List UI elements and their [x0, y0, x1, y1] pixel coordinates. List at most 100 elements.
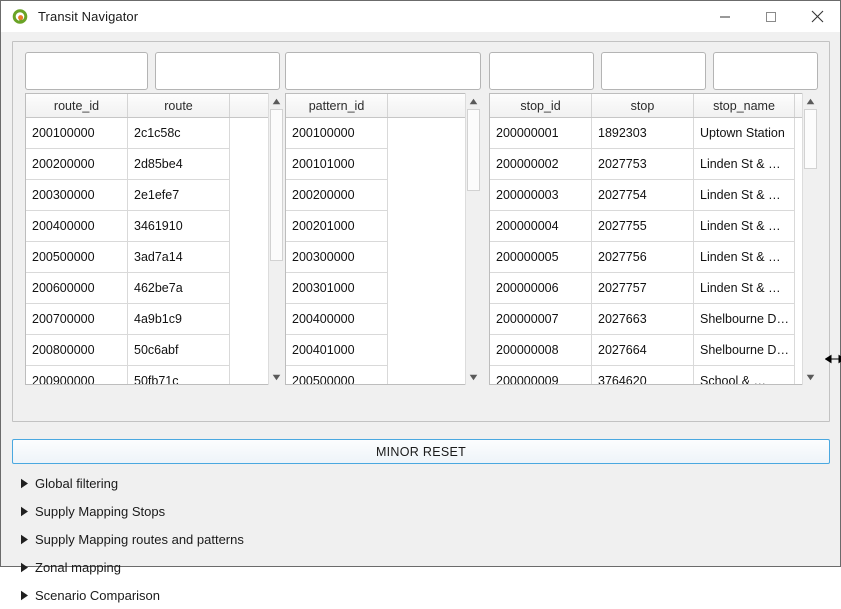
table-row[interactable]: 200000007 2027663 Shelbourne D…: [490, 303, 817, 335]
filter-stop-name-input[interactable]: [713, 52, 818, 90]
filter-route-id-input[interactable]: [25, 52, 148, 90]
cell-stop: 2027755: [591, 210, 694, 242]
scroll-up-arrow-icon[interactable]: [803, 93, 818, 109]
scroll-down-arrow-icon[interactable]: [803, 369, 818, 385]
table-row[interactable]: 200101000: [286, 148, 480, 180]
cell-pattern-id: 200300000: [286, 241, 388, 273]
table-row[interactable]: 200000008 2027664 Shelbourne D…: [490, 334, 817, 366]
table-row[interactable]: 200401000: [286, 334, 480, 366]
scroll-track[interactable]: [466, 109, 481, 369]
tree-item-supply-mapping-stops[interactable]: Supply Mapping Stops: [13, 497, 713, 525]
cell-route: 2d85be4: [127, 148, 230, 180]
table-row[interactable]: 200201000: [286, 210, 480, 242]
filter-stop-input[interactable]: [601, 52, 706, 90]
table-row[interactable]: 200200000: [286, 179, 480, 211]
cell-route: 2e1efe7: [127, 179, 230, 211]
cell-route: 4a9b1c9: [127, 303, 230, 335]
cell-pattern-id: 200200000: [286, 179, 388, 211]
scroll-thumb[interactable]: [804, 109, 817, 169]
cell-stop-id: 200000008: [490, 334, 592, 366]
filter-route-input[interactable]: [155, 52, 280, 90]
chevron-right-icon[interactable]: [13, 506, 35, 517]
tree-item-supply-mapping-routes-and-patterns[interactable]: Supply Mapping routes and patterns: [13, 525, 713, 553]
scroll-up-arrow-icon[interactable]: [269, 93, 284, 109]
stops-header-row: stop_id stop stop_name: [490, 94, 817, 118]
column-header-route[interactable]: route: [127, 94, 230, 118]
table-row[interactable]: 200000009 3764620 School & …: [490, 365, 817, 384]
scroll-down-arrow-icon[interactable]: [269, 369, 284, 385]
column-header-stop[interactable]: stop: [591, 94, 694, 118]
scroll-thumb[interactable]: [467, 109, 480, 191]
table-row[interactable]: 200900000 50fb71c: [26, 365, 283, 384]
filter-pattern-id-input[interactable]: [285, 52, 481, 90]
cell-stop-name: Linden St & …: [693, 272, 795, 304]
scroll-down-arrow-icon[interactable]: [466, 369, 481, 385]
stops-table-scrollbar[interactable]: [802, 93, 818, 385]
scroll-track[interactable]: [803, 109, 818, 369]
tree-item-global-filtering[interactable]: Global filtering: [13, 469, 713, 497]
tree-item-label: Supply Mapping routes and patterns: [35, 531, 244, 547]
patterns-table-panel[interactable]: pattern_id 200100000 200101000 200200000…: [285, 93, 481, 385]
chevron-right-icon[interactable]: [13, 478, 35, 489]
cell-stop-name: Uptown Station: [693, 117, 795, 149]
routes-table-scrollbar[interactable]: [268, 93, 284, 385]
table-row[interactable]: 200000002 2027753 Linden St & …: [490, 148, 817, 180]
table-row[interactable]: 200000003 2027754 Linden St & …: [490, 179, 817, 211]
cell-pattern-id: 200201000: [286, 210, 388, 242]
window-controls: [702, 1, 840, 32]
title-bar: Transit Navigator: [1, 1, 840, 32]
cell-pattern-id: 200301000: [286, 272, 388, 304]
chevron-right-icon[interactable]: [13, 562, 35, 573]
table-row[interactable]: 200100000: [286, 117, 480, 149]
minor-reset-button[interactable]: MINOR RESET: [12, 439, 830, 464]
filter-stop-id-input[interactable]: [489, 52, 594, 90]
tree-item-zonal-mapping[interactable]: Zonal mapping: [13, 553, 713, 581]
table-row[interactable]: 200301000: [286, 272, 480, 304]
chevron-right-icon[interactable]: [13, 534, 35, 545]
cell-route-id: 200100000: [26, 117, 128, 149]
table-row[interactable]: 200400000 3461910: [26, 210, 283, 242]
scroll-up-arrow-icon[interactable]: [466, 93, 481, 109]
table-row[interactable]: 200200000 2d85be4: [26, 148, 283, 180]
table-row[interactable]: 200500000 3ad7a14: [26, 241, 283, 273]
maximize-icon[interactable]: [748, 1, 794, 32]
scroll-track[interactable]: [269, 109, 284, 369]
cell-route-id: 200700000: [26, 303, 128, 335]
tree-item-scenario-comparison[interactable]: Scenario Comparison: [13, 581, 713, 609]
table-row[interactable]: 200400000: [286, 303, 480, 335]
table-row[interactable]: 200700000 4a9b1c9: [26, 303, 283, 335]
stops-table-panel[interactable]: stop_id stop stop_name 200000001 1892303 U…: [489, 93, 818, 385]
table-row[interactable]: 200300000: [286, 241, 480, 273]
table-row[interactable]: 200000004 2027755 Linden St & …: [490, 210, 817, 242]
patterns-table-body: 200100000 200101000 200200000 200201000 …: [286, 117, 480, 384]
chevron-right-icon[interactable]: [13, 590, 35, 601]
table-row[interactable]: 200000005 2027756 Linden St & …: [490, 241, 817, 273]
tree-item-label: Global filtering: [35, 475, 119, 491]
cell-route-id: 200200000: [26, 148, 128, 180]
column-header-pattern-id[interactable]: pattern_id: [286, 94, 388, 118]
cell-stop-id: 200000009: [490, 365, 592, 384]
routes-table-panel[interactable]: route_id route 200100000 2c1c58c 20020000…: [25, 93, 284, 385]
scroll-thumb[interactable]: [270, 109, 283, 261]
close-icon[interactable]: [794, 1, 840, 32]
table-row[interactable]: 200000001 1892303 Uptown Station: [490, 117, 817, 149]
cell-route-id: 200600000: [26, 272, 128, 304]
minimize-icon[interactable]: [702, 1, 748, 32]
table-row[interactable]: 200000006 2027757 Linden St & …: [490, 272, 817, 304]
patterns-table-scrollbar[interactable]: [465, 93, 481, 385]
cell-route-id: 200300000: [26, 179, 128, 211]
table-row[interactable]: 200800000 50c6abf: [26, 334, 283, 366]
column-header-stop-id[interactable]: stop_id: [490, 94, 592, 118]
stops-table-body: 200000001 1892303 Uptown Station 200000002…: [490, 117, 817, 384]
table-row[interactable]: 200600000 462be7a: [26, 272, 283, 304]
table-row[interactable]: 200500000: [286, 365, 480, 384]
cell-route-id: 200500000: [26, 241, 128, 273]
patterns-header-row: pattern_id: [286, 94, 480, 118]
cell-stop: 1892303: [591, 117, 694, 149]
table-row[interactable]: 200300000 2e1efe7: [26, 179, 283, 211]
cell-stop: 3764620: [591, 365, 694, 384]
column-header-route-id[interactable]: route_id: [26, 94, 128, 118]
table-row[interactable]: 200100000 2c1c58c: [26, 117, 283, 149]
column-header-stop-name[interactable]: stop_name: [693, 94, 795, 118]
cell-stop: 2027753: [591, 148, 694, 180]
